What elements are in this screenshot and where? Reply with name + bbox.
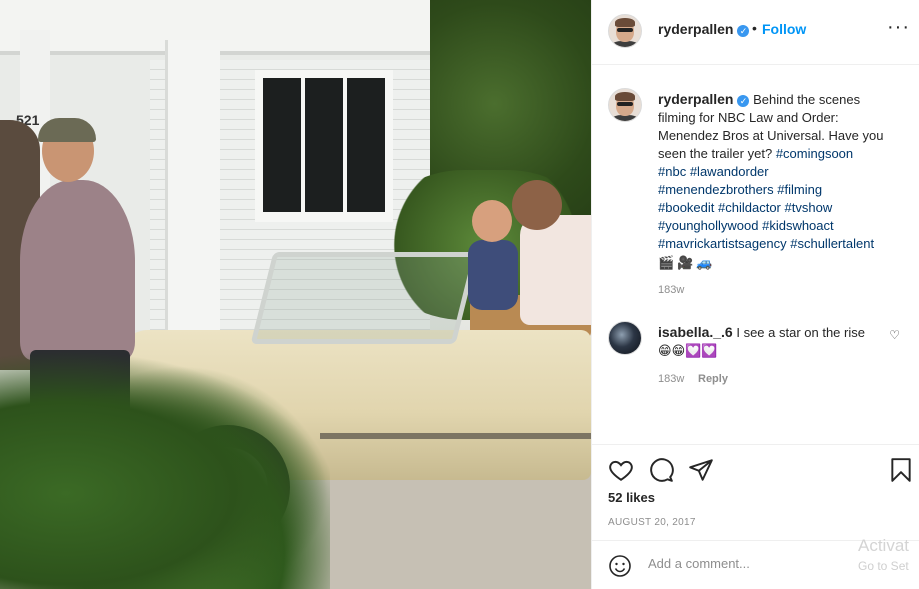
heart-decoration-icon: 💟 xyxy=(701,343,718,358)
hashtag-link[interactable]: #comingsoon xyxy=(776,146,853,161)
hashtag-link[interactable]: #bookedit xyxy=(658,200,714,215)
post-header: ryderpallen ✓ • Follow ··· xyxy=(592,0,919,65)
car-windshield xyxy=(250,252,479,344)
hashtag-link[interactable]: #mavrickartistsagency xyxy=(658,236,787,251)
comment-timestamp[interactable]: 183w xyxy=(658,373,684,385)
verified-badge-icon: ✓ xyxy=(737,25,750,37)
car-icon: 🚙 xyxy=(696,255,713,270)
hashtag-link[interactable]: #kidswhoact xyxy=(762,218,834,233)
comment-like-heart-icon[interactable]: ♡ xyxy=(889,328,900,342)
child-actor xyxy=(468,240,518,310)
add-comment-input[interactable] xyxy=(648,556,848,571)
more-options-icon[interactable]: ··· xyxy=(887,16,910,39)
comment-bubble-icon[interactable] xyxy=(648,457,674,483)
post-actions: 52 likes AUGUST 20, 2017 xyxy=(592,444,919,540)
grin-emoji-icon: 😁 xyxy=(671,343,686,358)
instagram-post-view: 521 ryderpallen ✓ • Follow ··· ryderpall… xyxy=(0,0,919,589)
post-photo[interactable]: 521 xyxy=(0,0,591,589)
verified-badge-icon: ✓ xyxy=(737,95,750,107)
commenter-avatar[interactable] xyxy=(608,321,642,355)
grin-emoji-icon: 😁 xyxy=(658,343,672,358)
commenter-username[interactable]: isabella._.6 xyxy=(658,324,733,340)
foreground-plants xyxy=(0,350,330,589)
caption-text: ryderpallen ✓ Behind the scenes filming f… xyxy=(658,90,898,272)
likes-count[interactable]: 52 likes xyxy=(608,490,655,505)
emoji-smile-icon[interactable] xyxy=(608,554,632,578)
hashtag-link[interactable]: #tvshow xyxy=(785,200,833,215)
camera-operator xyxy=(20,180,135,360)
header-username[interactable]: ryderpallen ✓ xyxy=(658,21,750,37)
like-heart-icon[interactable] xyxy=(608,457,634,483)
comment-text: isabella._.6 I see a star on the rise 😁😁… xyxy=(658,324,865,358)
save-bookmark-icon[interactable] xyxy=(888,457,914,483)
hashtag-link[interactable]: #younghollywood xyxy=(658,218,758,233)
hashtag-link[interactable]: #menendezbrothers xyxy=(658,182,774,197)
reply-button[interactable]: Reply xyxy=(698,373,728,385)
hashtag-link[interactable]: #lawandorder xyxy=(690,164,769,179)
hashtag-link[interactable]: #filming xyxy=(777,182,822,197)
post-date: AUGUST 20, 2017 xyxy=(608,517,696,528)
caption-username[interactable]: ryderpallen ✓ xyxy=(658,91,750,107)
hashtag-link[interactable]: #nbc xyxy=(658,164,686,179)
hashtag-link[interactable]: #childactor xyxy=(718,200,781,215)
share-paper-plane-icon[interactable] xyxy=(688,457,714,483)
house-window xyxy=(255,70,393,222)
caption-timestamp[interactable]: 183w xyxy=(658,284,684,296)
windows-activation-watermark: Activat Go to Set xyxy=(858,536,910,573)
clapper-board-icon: 🎬 xyxy=(658,255,675,270)
post-side-panel: ryderpallen ✓ • Follow ··· ryderpallen ✓ B… xyxy=(591,0,919,589)
man-in-car xyxy=(520,215,591,325)
profile-avatar[interactable] xyxy=(608,14,642,48)
movie-camera-icon: 🎥 xyxy=(677,255,694,270)
caption-avatar[interactable] xyxy=(608,88,642,122)
heart-decoration-icon: 💟 xyxy=(685,343,702,358)
hashtag-link[interactable]: #schullertalent xyxy=(790,236,874,251)
header-separator: • xyxy=(752,20,757,36)
follow-button[interactable]: Follow xyxy=(762,21,806,37)
caption-emoji-row: 🎬 🎥 🚙 xyxy=(658,254,898,272)
